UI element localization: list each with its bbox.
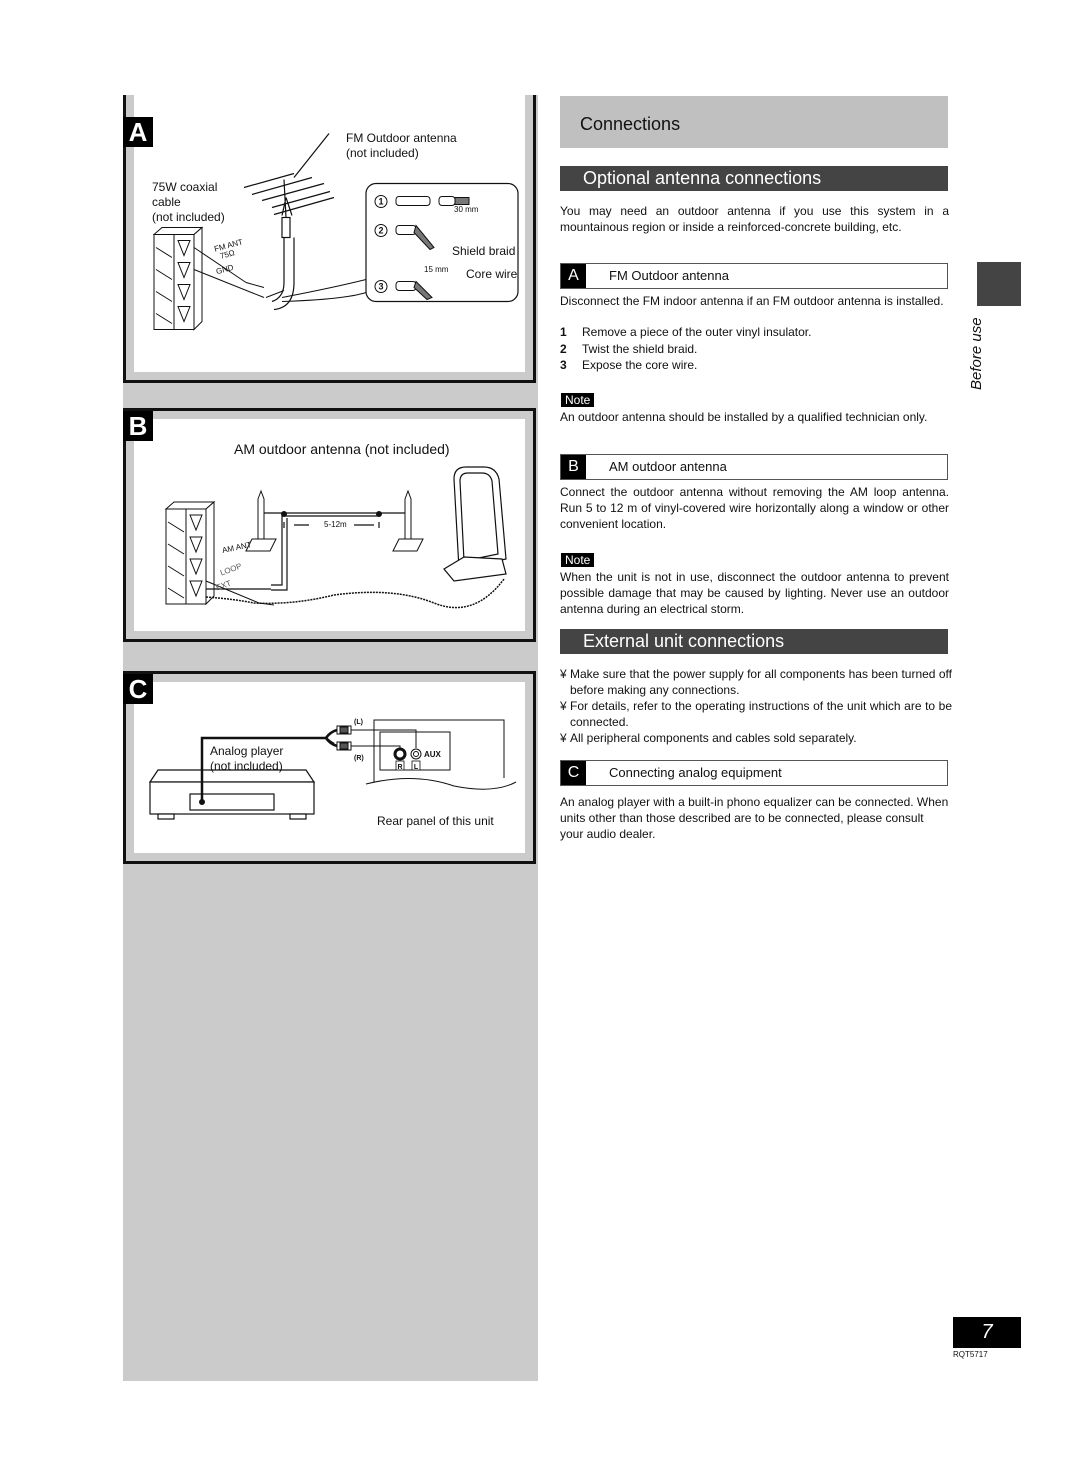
fm-antenna-label-line2: (not included) bbox=[346, 146, 419, 160]
plug-l-label: (L) bbox=[354, 719, 363, 726]
subsection-letter-a: A bbox=[561, 264, 586, 288]
rca-plug-r-icon bbox=[336, 741, 356, 751]
section-tab-label: Before use bbox=[968, 317, 985, 390]
fm-antenna-diagram: 1 2 3 bbox=[152, 133, 519, 331]
section-title-antenna: Optional antenna connections bbox=[560, 166, 948, 191]
figure-panel-c-canvas: R L AUX (L) (R) Analog player (not inclu… bbox=[134, 682, 525, 853]
aux-jack-r-label: R bbox=[397, 764, 402, 771]
rear-panel-label: Rear panel of this unit bbox=[377, 814, 494, 828]
plug-r-label: (R) bbox=[354, 755, 364, 762]
document-code: RQT5717 bbox=[953, 1350, 988, 1359]
list-item: 1 Remove a piece of the outer vinyl insul… bbox=[560, 324, 949, 341]
aux-jack-l-label: L bbox=[414, 764, 419, 771]
aux-jack-l-icon bbox=[410, 748, 422, 760]
analog-player-icon bbox=[148, 769, 316, 820]
list-item: ¥ For details, refer to the operating ins… bbox=[560, 698, 952, 730]
list-item: ¥ Make sure that the power supply for all… bbox=[560, 666, 952, 698]
fm-antenna-icon bbox=[243, 133, 335, 311]
step-text: Remove a piece of the outer vinyl insula… bbox=[582, 325, 812, 339]
step-marker-2: 2 bbox=[378, 226, 383, 236]
rca-plug-l-icon bbox=[336, 725, 356, 735]
wire-length-label: 5-12m bbox=[324, 520, 347, 529]
bullet-text: Make sure that the power supply for all … bbox=[570, 667, 952, 697]
am-antenna-title: AM outdoor antenna (not included) bbox=[234, 441, 450, 457]
subsection-title-fm: FM Outdoor antenna bbox=[609, 268, 729, 283]
coax-label-line3: (not included) bbox=[152, 210, 225, 224]
terminal-block-icon bbox=[152, 226, 204, 331]
figure-panel-a-canvas: 1 2 3 FM Outdoor antenna (not included) … bbox=[134, 95, 525, 372]
step-text: Expose the core wire. bbox=[582, 358, 698, 372]
step-number: 2 bbox=[560, 341, 567, 356]
subsection-fm-outdoor: A FM Outdoor antenna bbox=[560, 263, 948, 289]
page-number: 7 bbox=[953, 1317, 1021, 1348]
bullet-mark: ¥ bbox=[560, 731, 567, 745]
dimension-30mm: 30 mm bbox=[454, 205, 479, 214]
coax-label-line1: 75W coaxial bbox=[152, 180, 218, 194]
step-number: 3 bbox=[560, 358, 567, 372]
analog-player-label-line1: Analog player bbox=[210, 744, 284, 758]
analog-player-label-line2: (not included) bbox=[210, 759, 283, 773]
subsection-letter-c: C bbox=[561, 761, 586, 785]
list-item: ¥ All peripheral components and cables so… bbox=[560, 730, 952, 746]
fm-antenna-label-line1: FM Outdoor antenna bbox=[346, 131, 457, 145]
subsection-analog: C Connecting analog equipment bbox=[560, 760, 948, 786]
shield-braid-label: Shield braid bbox=[452, 244, 516, 258]
section-tab-marker bbox=[977, 262, 1021, 306]
subsection-letter-b: B bbox=[561, 455, 586, 479]
page-title: Connections bbox=[580, 114, 681, 134]
figure-panel-b-canvas: AM outdoor antenna (not included) AM ANT… bbox=[134, 419, 525, 631]
figure-letter-b: B bbox=[123, 411, 153, 441]
fm-steps-list: 1 Remove a piece of the outer vinyl insul… bbox=[560, 324, 949, 374]
bullet-mark: ¥ bbox=[560, 667, 567, 681]
fm-instructions: Disconnect the FM indoor antenna if an F… bbox=[560, 294, 944, 308]
figure-letter-a: A bbox=[123, 117, 153, 147]
am-instructions: Connect the outdoor antenna without remo… bbox=[560, 485, 949, 531]
subsection-title-am: AM outdoor antenna bbox=[609, 459, 727, 474]
list-item: 3 Expose the core wire. bbox=[560, 357, 949, 374]
bullet-mark: ¥ bbox=[560, 699, 567, 713]
figure-letter-c: C bbox=[123, 674, 153, 704]
step-marker-1: 1 bbox=[378, 197, 383, 207]
bullet-text: For details, refer to the operating inst… bbox=[570, 699, 952, 729]
dimension-15mm: 15 mm bbox=[424, 265, 449, 274]
aux-label: AUX bbox=[424, 750, 442, 759]
am-note-text: When the unit is not in use, disconnect … bbox=[560, 570, 949, 616]
antenna-intro: You may need an outdoor antenna if you u… bbox=[560, 204, 949, 234]
analog-player-label: Analog player (not included) bbox=[210, 744, 283, 774]
figure-panel-b: B AM outdoor antenna (not included) AM A… bbox=[123, 408, 536, 642]
step-text: Twist the shield braid. bbox=[582, 341, 698, 356]
fm-note-text: An outdoor antenna should be installed b… bbox=[560, 410, 928, 424]
section-title-external: External unit connections bbox=[560, 629, 948, 654]
list-item: 2 Twist the shield braid. bbox=[560, 341, 949, 358]
bullet-text: All peripheral components and cables sol… bbox=[570, 731, 857, 745]
note-badge: Note bbox=[561, 553, 595, 567]
page-header: Connections bbox=[560, 96, 948, 148]
note-badge: Note bbox=[561, 393, 595, 407]
coax-cable-label: 75W coaxial cable (not included) bbox=[152, 180, 225, 225]
coax-label-line2: cable bbox=[152, 195, 181, 209]
figure-panel-c: C R L AUX (L) (R) Analog player (not inc… bbox=[123, 671, 536, 864]
core-wire-label: Core wire bbox=[466, 267, 518, 281]
fm-antenna-label: FM Outdoor antenna (not included) bbox=[346, 131, 457, 161]
am-loop-antenna-icon bbox=[443, 466, 507, 582]
figure-panel-a: A 1 2 3 FM Outdoor antenna (not included… bbox=[123, 95, 536, 383]
step-number: 1 bbox=[560, 325, 567, 339]
analog-instructions: An analog player with a built-in phono e… bbox=[560, 795, 949, 841]
external-bullets: ¥ Make sure that the power supply for all… bbox=[560, 666, 952, 746]
step-marker-3: 3 bbox=[378, 282, 383, 292]
subsection-am-outdoor: B AM outdoor antenna bbox=[560, 454, 948, 480]
subsection-title-analog: Connecting analog equipment bbox=[609, 765, 782, 780]
aux-jack-r-icon bbox=[393, 747, 407, 761]
